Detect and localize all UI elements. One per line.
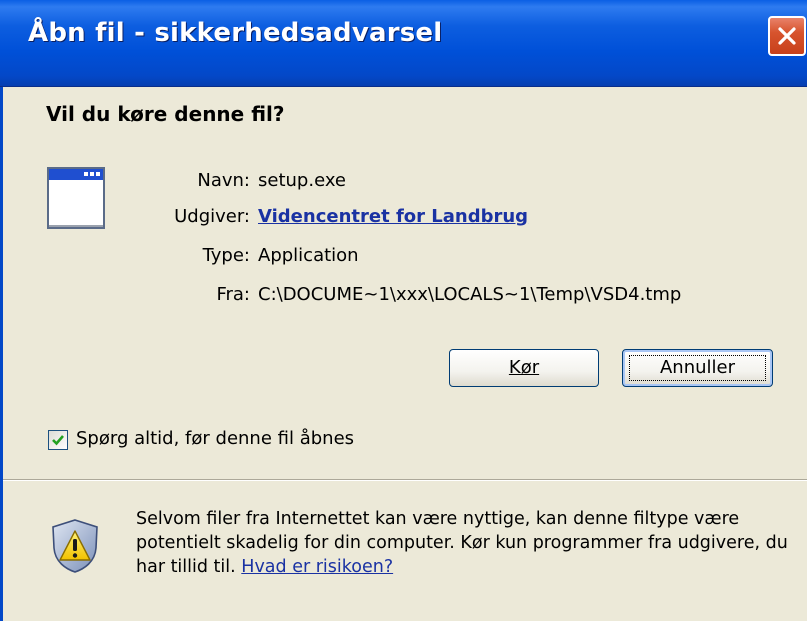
run-button-label: Kør	[508, 357, 540, 378]
title-bar[interactable]: Åbn fil - sikkerhedsadvarsel	[0, 0, 807, 87]
window-title: Åbn fil - sikkerhedsadvarsel	[28, 18, 443, 48]
from-label: Fra:	[216, 284, 250, 305]
name-label: Navn:	[197, 170, 250, 191]
cancel-button[interactable]: Annuller	[622, 349, 773, 387]
dialog-question: Vil du køre denne fil?	[46, 102, 285, 126]
always-ask-label[interactable]: Spørg altid, før denne fil åbnes	[76, 428, 354, 449]
security-shield-warning-icon	[52, 519, 98, 573]
publisher-link[interactable]: Videncentret for Landbrug	[258, 206, 528, 227]
run-button[interactable]: Kør	[449, 349, 599, 387]
close-icon	[778, 27, 796, 45]
type-value: Application	[258, 245, 359, 266]
close-button[interactable]	[768, 16, 806, 56]
separator	[3, 479, 807, 481]
publisher-label: Udgiver:	[174, 206, 250, 227]
checkmark-icon	[52, 435, 64, 446]
type-label: Type:	[202, 245, 250, 266]
always-ask-checkbox[interactable]	[48, 430, 68, 450]
warning-text-block: Selvom filer fra Internettet kan være ny…	[136, 507, 796, 579]
warning-text: Selvom filer fra Internettet kan være ny…	[136, 509, 788, 577]
focus-rect	[629, 355, 766, 381]
name-value: setup.exe	[258, 170, 346, 191]
risk-link[interactable]: Hvad er risikoen?	[241, 557, 393, 577]
from-value: C:\DOCUME~1\xxx\LOCALS~1\Temp\VSD4.tmp	[258, 284, 682, 305]
